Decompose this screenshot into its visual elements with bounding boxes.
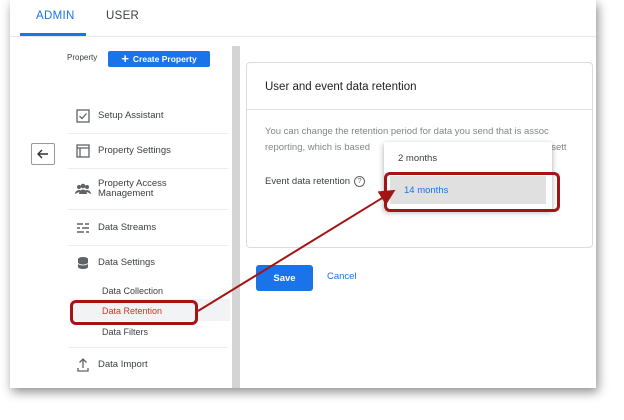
save-button[interactable]: Save — [256, 265, 313, 291]
upload-icon — [68, 358, 98, 372]
description-line-2-start: reporting, which is based — [265, 142, 371, 153]
property-nav: Property + Create Property Setup Assista… — [62, 37, 232, 388]
help-icon[interactable]: ? — [354, 176, 366, 187]
subitem-data-filters[interactable]: Data Filters — [102, 327, 148, 337]
subitem-data-collection[interactable]: Data Collection — [102, 286, 163, 296]
tab-admin[interactable]: ADMIN — [36, 10, 75, 22]
nav-item-property-settings[interactable]: Property Settings — [68, 134, 228, 169]
window-icon — [68, 144, 98, 158]
streams-icon — [68, 222, 98, 234]
callout-box-nav — [70, 300, 198, 325]
tab-user[interactable]: USER — [106, 10, 139, 22]
nav-item-label: Data Streams — [98, 222, 157, 233]
plus-icon: + — [121, 51, 129, 66]
create-property-button[interactable]: + Create Property — [108, 51, 210, 67]
nav-item-label: Data Import — [98, 359, 148, 370]
property-label: Property — [67, 53, 98, 62]
database-icon — [68, 256, 98, 270]
tab-bar: ADMIN USER — [10, 0, 596, 37]
card-divider — [247, 109, 592, 110]
nav-item-label: Property Access Management — [98, 178, 167, 199]
back-button[interactable] — [31, 143, 55, 165]
nav-item-data-import[interactable]: Data Import — [68, 347, 228, 382]
callout-box-option — [384, 172, 560, 212]
left-rail — [10, 37, 62, 388]
checkbox-icon — [68, 109, 98, 123]
create-property-label: Create Property — [132, 54, 197, 64]
field-label: Event data retention — [265, 176, 351, 187]
description-line-1: You can change the retention period for … — [265, 126, 549, 137]
nav-item-label: Setup Assistant — [98, 110, 164, 121]
nav-item-setup-assistant[interactable]: Setup Assistant — [68, 99, 228, 134]
card-title: User and event data retention — [265, 81, 417, 93]
event-data-retention-field: Event data retention ? — [265, 176, 366, 187]
nav-item-label: Property Settings — [98, 145, 171, 156]
tab-admin-underline — [20, 33, 86, 36]
group-icon — [68, 183, 98, 195]
cancel-button[interactable]: Cancel — [327, 271, 357, 282]
nav-item-property-access-management[interactable]: Property Access Management — [68, 169, 228, 210]
nav-item-data-settings[interactable]: Data Settings — [68, 246, 228, 280]
arrow-left-icon — [37, 149, 48, 159]
nav-scrollbar[interactable] — [232, 46, 240, 388]
nav-item-label: Data Settings — [98, 257, 156, 268]
nav-item-data-streams[interactable]: Data Streams — [68, 211, 228, 246]
dropdown-option-2-months[interactable]: 2 months — [384, 144, 552, 172]
